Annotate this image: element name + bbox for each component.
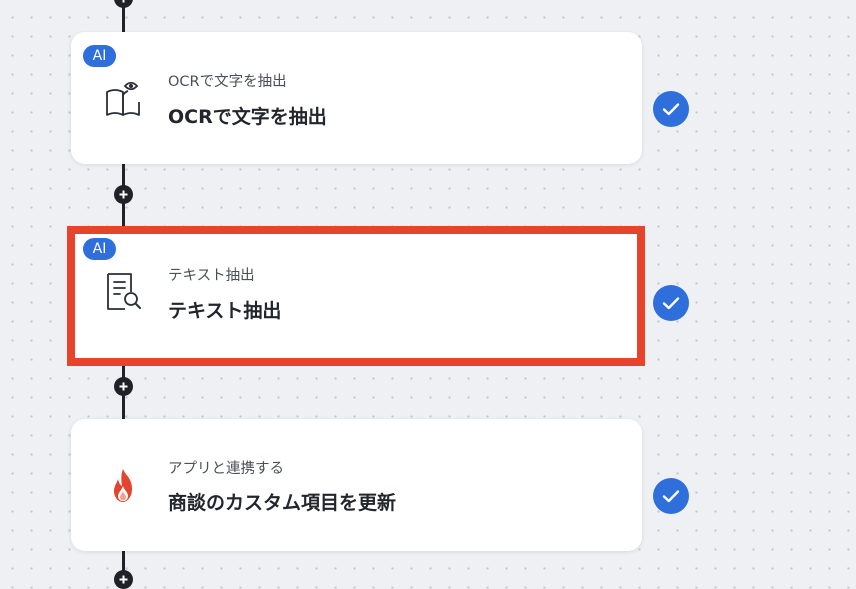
step-card-text-extraction[interactable] [67,226,645,366]
document-search-icon [104,272,142,310]
step-title: OCRで文字を抽出 [168,106,327,128]
ai-badge: AI [83,45,116,67]
check-icon [653,91,689,127]
add-step-button[interactable] [114,185,133,204]
step-card-app-integration[interactable] [71,419,642,551]
ai-badge: AI [83,238,116,260]
step-subtitle: OCRで文字を抽出 [168,74,287,90]
step-title: テキスト抽出 [168,300,282,322]
book-eye-icon [104,80,142,118]
add-step-button[interactable] [114,0,133,8]
step-subtitle: アプリと連携する [168,461,284,477]
plus-icon [119,190,128,199]
add-step-button[interactable] [114,377,133,396]
check-icon [653,285,689,321]
flame-app-icon [104,467,142,505]
step-subtitle: テキスト抽出 [168,268,255,284]
step-title: 商談のカスタム項目を更新 [168,492,397,514]
plus-icon [119,382,128,391]
plus-icon [122,0,125,3]
check-icon [653,478,689,514]
step-card-ocr[interactable] [71,32,642,164]
plus-icon [119,575,128,584]
add-step-button[interactable] [114,570,133,589]
